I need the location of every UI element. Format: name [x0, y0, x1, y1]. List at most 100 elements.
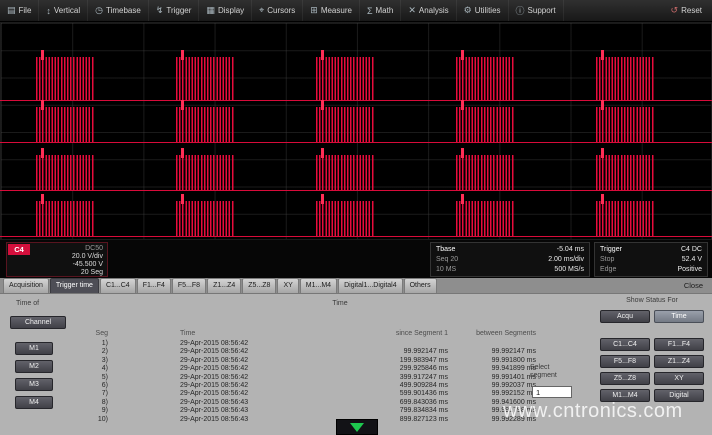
- trigger-row-3: EdgePositive: [600, 265, 702, 274]
- cursors-icon: ⌖: [259, 5, 264, 16]
- time-cell: 29-Apr-2015 08:56:42: [108, 357, 318, 365]
- reset-icon: ↺: [671, 5, 679, 16]
- close-button[interactable]: Close: [684, 279, 703, 293]
- menu-timebase[interactable]: ◷Timebase: [88, 0, 149, 21]
- tab-z1-z4[interactable]: Z1...Z4: [207, 278, 241, 293]
- time-header: Time: [260, 300, 420, 307]
- col-since-segment-1: since Segment 1: [318, 330, 448, 337]
- col-time: Time: [108, 330, 318, 337]
- timebase-icon: ◷: [95, 5, 103, 16]
- table-row: 10)29-Apr-2015 08:56:43899.827123 ms99.9…: [0, 416, 560, 424]
- trigger-type: Edge: [600, 265, 616, 274]
- menu-trigger[interactable]: ↯Trigger: [149, 0, 200, 21]
- time-cell: 29-Apr-2015 08:56:42: [108, 374, 318, 382]
- menu-support-label: Support: [528, 6, 556, 15]
- tab-f5-f8[interactable]: F5...F8: [172, 278, 206, 293]
- tab-digital1-digital4[interactable]: Digital1...Digital4: [338, 278, 403, 293]
- menu-cursors[interactable]: ⌖Cursors: [252, 0, 303, 21]
- channel-button[interactable]: Channel: [10, 316, 66, 329]
- tab-f1-f4[interactable]: F1...F4: [137, 278, 171, 293]
- segment-input[interactable]: 1: [532, 386, 572, 398]
- trigger-descriptor[interactable]: TriggerC4 DC Stop52.4 V EdgePositive: [594, 242, 708, 277]
- trigger-row-1: TriggerC4 DC: [600, 245, 702, 254]
- menu-analysis[interactable]: ✕Analysis: [401, 0, 456, 21]
- channel-descriptor-c4[interactable]: C4 DC50 20.0 V/div -45.500 V 20 Seg: [6, 242, 108, 277]
- waveform-burst: [596, 57, 654, 101]
- waveform-burst: [36, 155, 94, 191]
- timebase-descriptor[interactable]: Tbase-5.04 ms Seq 202.00 ms/div 10 MS500…: [430, 242, 590, 277]
- tab-c1-c4[interactable]: C1...C4: [100, 278, 136, 293]
- file-icon: ▤: [7, 5, 16, 16]
- show-status-z5-z8-button[interactable]: Z5...Z8: [600, 372, 650, 385]
- tab-acquisition[interactable]: Acquisition: [3, 278, 49, 293]
- waveform-burst: [596, 155, 654, 191]
- show-status-xy-button[interactable]: XY: [654, 372, 704, 385]
- display-icon: ▦: [206, 5, 215, 16]
- waveform-burst: [316, 57, 374, 101]
- since-cell: 699.843036 ms: [318, 399, 448, 407]
- waveform-burst: [176, 201, 234, 237]
- menu-timebase-label: Timebase: [106, 6, 141, 15]
- waveform-burst: [596, 107, 654, 143]
- timebase-offset: -5.04 ms: [557, 245, 584, 254]
- waveform-burst: [36, 201, 94, 237]
- show-status-f1-f4-button[interactable]: F1...F4: [654, 338, 704, 351]
- reset-button[interactable]: ↺Reset: [661, 0, 712, 21]
- tab-m1-m4[interactable]: M1...M4: [300, 278, 337, 293]
- menu-vertical[interactable]: ↕Vertical: [39, 0, 88, 21]
- menu-math[interactable]: ΣMath: [360, 0, 401, 21]
- between-cell: 99.992037 ms: [448, 382, 536, 390]
- table-row: 2)29-Apr-2015 08:56:4299.992147 ms99.992…: [0, 348, 560, 356]
- time-cell: 29-Apr-2015 08:56:43: [108, 416, 318, 424]
- between-cell: 99.991401 ms: [448, 374, 536, 382]
- trace-segment-row-2: [0, 107, 712, 143]
- segment-table[interactable]: 1)29-Apr-2015 08:56:42 2)29-Apr-2015 08:…: [0, 340, 560, 424]
- tab-xy[interactable]: XY: [277, 278, 298, 293]
- table-row: 8)29-Apr-2015 08:56:43699.843036 ms99.94…: [0, 399, 560, 407]
- watermark-text: www.cntronics.com: [503, 400, 683, 423]
- tab-others[interactable]: Others: [404, 278, 437, 293]
- waveform-burst: [36, 57, 94, 101]
- menu-bar: ▤File ↕Vertical ◷Timebase ↯Trigger ▦Disp…: [0, 0, 712, 22]
- hide-dialog-button[interactable]: [336, 419, 378, 435]
- menu-file[interactable]: ▤File: [0, 0, 39, 21]
- menu-cursors-label: Cursors: [267, 6, 295, 15]
- channel-offset: -45.500 V: [73, 261, 103, 269]
- timebase-scale: 2.00 ms/div: [548, 255, 584, 264]
- time-cell: 29-Apr-2015 08:56:42: [108, 365, 318, 373]
- show-status-acqu-button[interactable]: Acqu: [600, 310, 650, 323]
- seg-cell: 7): [0, 390, 108, 398]
- show-status-f5-f8-button[interactable]: F5...F8: [600, 355, 650, 368]
- timebase-row-1: Tbase-5.04 ms: [436, 245, 584, 254]
- tab-z5-z8[interactable]: Z5...Z8: [242, 278, 276, 293]
- show-status-time-button[interactable]: Time: [654, 310, 704, 323]
- seg-cell: 8): [0, 399, 108, 407]
- since-cell: [318, 340, 448, 348]
- time-of-label: Time of: [16, 300, 39, 307]
- show-status-z1-z4-button[interactable]: Z1...Z4: [654, 355, 704, 368]
- menu-utilities[interactable]: ⚙Utilities: [457, 0, 509, 21]
- trace-segment-row-1: [0, 57, 712, 101]
- timebase-row-2: Seq 202.00 ms/div: [436, 255, 584, 264]
- trigger-mode: Stop: [600, 255, 614, 264]
- menu-measure[interactable]: ⊞Measure: [303, 0, 360, 21]
- table-header: Seg Time since Segment 1 between Segment…: [0, 330, 560, 337]
- channel-badge: C4: [8, 244, 30, 255]
- menu-analysis-label: Analysis: [419, 6, 449, 15]
- seg-cell: 4): [0, 365, 108, 373]
- vertical-icon: ↕: [46, 6, 51, 16]
- menu-display[interactable]: ▦Display: [199, 0, 252, 21]
- menu-display-label: Display: [218, 6, 244, 15]
- seg-cell: 10): [0, 416, 108, 424]
- waveform-burst: [596, 201, 654, 237]
- table-row: 4)29-Apr-2015 08:56:42299.925846 ms99.94…: [0, 365, 560, 373]
- waveform-burst: [176, 107, 234, 143]
- menu-support[interactable]: ⓘSupport: [509, 0, 564, 21]
- tab-trigger-time[interactable]: Trigger time: [50, 278, 99, 293]
- waveform-display[interactable]: [0, 22, 712, 240]
- menu-measure-label: Measure: [321, 6, 352, 15]
- show-status-c1-c4-button[interactable]: C1...C4: [600, 338, 650, 351]
- between-cell: 99.992152 ms: [448, 390, 536, 398]
- since-cell: 399.917247 ms: [318, 374, 448, 382]
- since-cell: 99.992147 ms: [318, 348, 448, 356]
